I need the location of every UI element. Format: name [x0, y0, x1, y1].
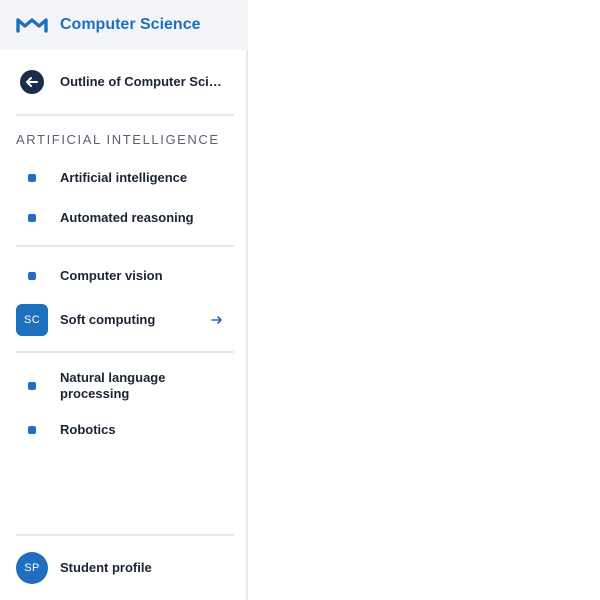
nav-item-robotics[interactable]: Robotics: [0, 418, 248, 442]
bullet-icon: [28, 214, 36, 222]
section-heading: ARTIFICIAL INTELLIGENCE: [16, 132, 220, 147]
divider: [16, 245, 234, 247]
avatar: SP: [16, 552, 48, 584]
nav-item-automated-reasoning[interactable]: Automated reasoning: [0, 206, 248, 230]
soft-computing-badge: SC: [16, 304, 48, 336]
divider: [16, 114, 234, 116]
nav-item-label: Artificial intelligence: [60, 170, 188, 185]
divider: [16, 351, 234, 353]
nav-item-natural-language-processing[interactable]: Natural language processing: [0, 368, 248, 404]
back-button[interactable]: Outline of Computer Science: [0, 62, 248, 102]
nav-item-computer-vision[interactable]: Computer vision: [0, 264, 248, 288]
nav-item-artificial-intelligence[interactable]: Artificial intelligence: [0, 166, 248, 190]
arrow-left-icon: [26, 77, 38, 87]
back-label: Outline of Computer Science: [60, 74, 228, 89]
divider: [16, 534, 234, 536]
bullet-icon: [28, 272, 36, 280]
bullet-icon: [28, 426, 36, 434]
brand-title: Computer Science: [60, 16, 201, 33]
nav-item-label: Computer vision: [60, 268, 163, 283]
brand-header[interactable]: Computer Science: [0, 0, 248, 50]
nav-item-label: Robotics: [60, 422, 116, 437]
nav-item-label: Natural language processing: [60, 370, 166, 401]
back-circle: [20, 70, 44, 94]
app-root: Computer Science Outline of Computer Sci…: [0, 0, 600, 600]
main-content: [250, 0, 600, 600]
nav-item-label: Soft computing: [60, 312, 156, 327]
bullet-icon: [28, 382, 36, 390]
arrow-right-icon[interactable]: [210, 313, 224, 327]
nav-item-label: Automated reasoning: [60, 210, 194, 225]
student-profile-button[interactable]: SP Student profile: [0, 550, 248, 586]
m-logo-icon: [16, 18, 48, 33]
profile-label: Student profile: [60, 560, 152, 575]
bullet-icon: [28, 174, 36, 182]
sidebar: Computer Science Outline of Computer Sci…: [0, 0, 248, 600]
